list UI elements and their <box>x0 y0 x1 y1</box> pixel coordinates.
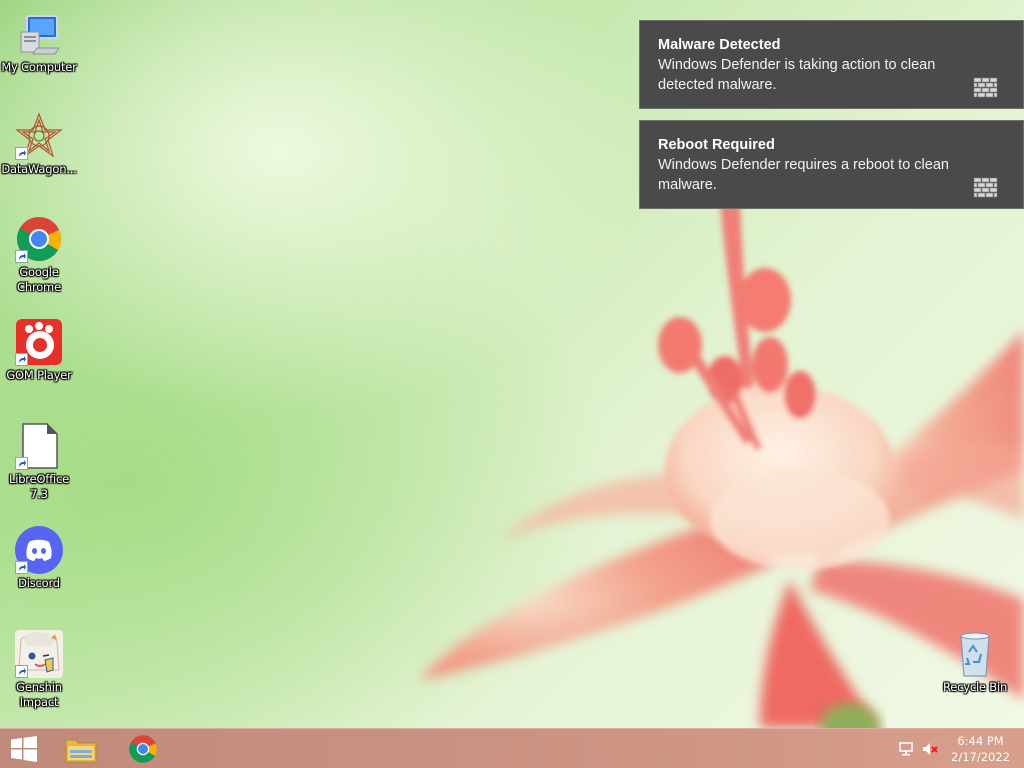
desktop-icon-genshin-impact[interactable]: Genshin Impact <box>0 630 78 710</box>
desktop-icon-google-chrome[interactable]: Google Chrome <box>0 215 78 295</box>
desktop-icon-label: Recycle Bin <box>942 680 1008 694</box>
desktop-icon-label: Google Chrome <box>17 265 61 294</box>
clock-date: 2/17/2022 <box>951 750 1010 764</box>
desktop-icon-recycle-bin[interactable]: Recycle Bin <box>936 630 1014 695</box>
notification-reboot-required[interactable]: Reboot Required Windows Defender require… <box>639 120 1024 209</box>
notification-title: Malware Detected <box>658 37 781 53</box>
taskbar: 6:44 PM 2/17/2022 <box>0 728 1024 768</box>
desktop-icon-datawagon[interactable]: DataWagon... <box>0 112 78 177</box>
desktop-icon-label: GOM Player <box>6 368 72 382</box>
genshin-icon <box>15 630 63 678</box>
file-explorer-icon <box>65 739 97 763</box>
start-button[interactable] <box>0 729 48 768</box>
volume-muted-icon[interactable] <box>922 741 938 757</box>
shortcut-arrow-icon <box>15 561 28 574</box>
taskbar-file-explorer[interactable] <box>56 729 106 768</box>
taskbar-chrome[interactable] <box>118 729 168 768</box>
network-icon[interactable] <box>898 741 914 757</box>
defender-wall-icon <box>973 77 998 98</box>
notification-malware-detected[interactable]: Malware Detected Windows Defender is tak… <box>639 20 1024 109</box>
desktop-icon-gom-player[interactable]: GOM Player <box>0 318 78 383</box>
datawagon-icon <box>15 112 63 160</box>
shortcut-arrow-icon <box>15 353 28 366</box>
defender-wall-icon <box>973 177 998 198</box>
wallpaper <box>420 200 1024 728</box>
desktop-icon-label: LibreOffice 7.3 <box>9 472 69 501</box>
shortcut-arrow-icon <box>15 665 28 678</box>
shortcut-arrow-icon <box>15 250 28 263</box>
clock-time: 6:44 PM <box>957 734 1004 748</box>
notification-title: Reboot Required <box>658 137 775 153</box>
desktop-icon-label: DataWagon... <box>1 162 77 176</box>
recycle-bin-icon <box>951 630 999 678</box>
shortcut-arrow-icon <box>15 457 28 470</box>
notification-body: Windows Defender requires a reboot to cl… <box>658 157 949 193</box>
taskbar-clock[interactable]: 6:44 PM 2/17/2022 <box>951 733 1010 765</box>
libreoffice-icon <box>15 422 63 470</box>
desktop-icon-label: Genshin Impact <box>16 680 62 709</box>
desktop-icon-libreoffice[interactable]: LibreOffice 7.3 <box>0 422 78 502</box>
discord-icon <box>15 526 63 574</box>
chrome-icon <box>129 735 157 763</box>
gom-player-icon <box>15 318 63 366</box>
notification-body: Windows Defender is taking action to cle… <box>658 57 936 93</box>
chrome-icon <box>15 215 63 263</box>
windows-logo-icon <box>11 736 37 762</box>
desktop-icon-discord[interactable]: Discord <box>0 526 78 591</box>
desktop-icon-label: My Computer <box>1 60 77 74</box>
desktop-icon-label: Discord <box>18 576 60 590</box>
computer-icon <box>15 10 63 58</box>
desktop-icon-my-computer[interactable]: My Computer <box>0 10 78 75</box>
shortcut-arrow-icon <box>15 147 28 160</box>
